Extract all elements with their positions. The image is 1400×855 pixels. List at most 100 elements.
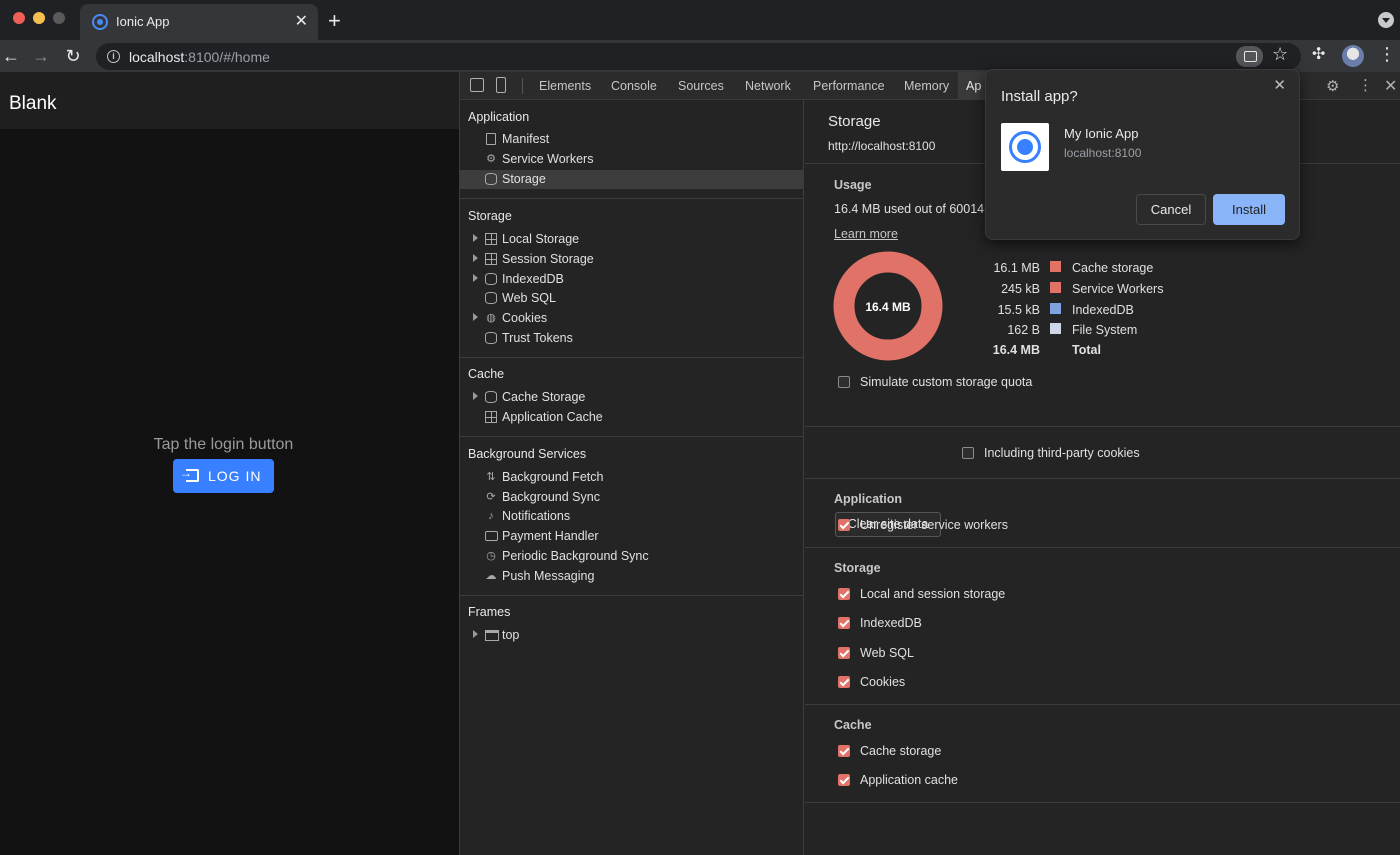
tab-network[interactable]: Network	[745, 79, 791, 93]
sidebar-item-label: Application Cache	[502, 410, 603, 424]
forward-button[interactable]: →	[30, 45, 52, 67]
sidebar-item-indexeddb[interactable]: IndexedDB	[460, 270, 803, 289]
legend-label: Service Workers	[1072, 282, 1164, 296]
checkbox[interactable]	[838, 745, 850, 757]
browser-tab[interactable]: Ionic App ✕	[80, 4, 318, 40]
usage-summary: 16.4 MB used out of 600145	[834, 202, 992, 216]
sidebar-item-cache-storage[interactable]: Cache Storage	[460, 388, 803, 407]
table-icon	[485, 411, 497, 423]
section-divider	[805, 802, 1400, 803]
back-button[interactable]: ←	[0, 45, 22, 67]
zoom-window-button[interactable]	[53, 12, 65, 24]
tab-search-button[interactable]	[1378, 12, 1394, 28]
tab-console[interactable]: Console	[611, 79, 657, 93]
sidebar-item-service-workers[interactable]: ⚙ Service Workers	[460, 150, 803, 169]
expand-arrow-icon[interactable]	[473, 313, 478, 321]
sidebar-item-top-frame[interactable]: top	[460, 626, 803, 645]
inspect-element-icon[interactable]	[470, 78, 484, 92]
checkbox[interactable]	[838, 774, 850, 786]
expand-arrow-icon[interactable]	[473, 274, 478, 282]
cloud-icon: ☁	[485, 570, 497, 582]
legend-value: 245 kB	[1001, 282, 1040, 296]
sidebar-item-cookies[interactable]: ◍ Cookies	[460, 309, 803, 328]
expand-arrow-icon[interactable]	[473, 392, 478, 400]
expand-arrow-icon[interactable]	[473, 254, 478, 262]
expand-arrow-icon[interactable]	[473, 234, 478, 242]
checkbox-label: Simulate custom storage quota	[860, 375, 1033, 389]
expand-arrow-icon[interactable]	[473, 630, 478, 638]
new-tab-button[interactable]: +	[328, 8, 341, 34]
sidebar-item-trust-tokens[interactable]: Trust Tokens	[460, 329, 803, 348]
checkbox-label: IndexedDB	[860, 616, 922, 630]
bookmark-star-icon[interactable]: ☆	[1272, 44, 1288, 65]
site-info-icon[interactable]: i	[107, 50, 120, 63]
legend-row-total: 16.4 MB Total	[965, 341, 1265, 359]
checkbox-label: Cache storage	[860, 744, 942, 758]
legend-label: Cache storage	[1072, 261, 1154, 275]
checkbox[interactable]	[838, 647, 850, 659]
tab-elements[interactable]: Elements	[539, 79, 591, 93]
sidebar-item-push-messaging[interactable]: ☁ Push Messaging	[460, 567, 803, 586]
checkbox[interactable]	[838, 376, 850, 388]
sidebar-item-background-sync[interactable]: ⟳ Background Sync	[460, 488, 803, 507]
app-host: localhost:8100	[1064, 146, 1142, 160]
install-button[interactable]: Install	[1213, 194, 1285, 225]
close-tab-icon[interactable]: ✕	[295, 11, 308, 31]
address-bar[interactable]: i localhost:8100/#/home ☆	[96, 43, 1301, 70]
sidebar-item-label: Cookies	[502, 311, 548, 325]
install-app-icon[interactable]	[1236, 46, 1263, 67]
close-devtools-icon[interactable]: ✕	[1384, 76, 1397, 96]
reload-button[interactable]: ↻	[62, 45, 84, 67]
sidebar-item-storage[interactable]: Storage	[460, 170, 803, 189]
app-name: My Ionic App	[1064, 126, 1139, 141]
sidebar-item-payment-handler[interactable]: Payment Handler	[460, 527, 803, 546]
sidebar-item-web-sql[interactable]: Web SQL	[460, 289, 803, 308]
checkbox[interactable]	[838, 676, 850, 688]
legend-row-file-system: 162 B File System	[965, 321, 1265, 339]
minimize-window-button[interactable]	[33, 12, 45, 24]
app-viewport: Blank Tap the login button LOG IN	[0, 72, 459, 855]
checkbox[interactable]	[962, 447, 974, 459]
extensions-puzzle-icon[interactable]: ✣	[1312, 44, 1325, 64]
sidebar-section-cache: Cache	[468, 367, 505, 381]
close-icon[interactable]: ✕	[1273, 76, 1286, 94]
sidebar-divider	[460, 198, 803, 199]
login-button[interactable]: LOG IN	[173, 459, 274, 493]
sidebar-item-background-fetch[interactable]: ⇅ Background Fetch	[460, 468, 803, 487]
document-icon	[486, 133, 496, 145]
checkbox-label: Including third-party cookies	[984, 446, 1140, 460]
legend-swatch	[1050, 261, 1061, 272]
tab-sources[interactable]: Sources	[678, 79, 724, 93]
checkbox[interactable]	[838, 588, 850, 600]
tab-strip: Ionic App ✕ +	[0, 0, 1400, 40]
browser-menu-icon[interactable]: ⋮	[1378, 44, 1396, 65]
ionic-app-icon	[1001, 123, 1049, 171]
clear-application-section-title: Application	[834, 492, 903, 506]
tab-memory[interactable]: Memory	[904, 79, 949, 93]
checkbox[interactable]	[838, 519, 850, 531]
tab-performance[interactable]: Performance	[813, 79, 885, 93]
checkbox[interactable]	[838, 617, 850, 629]
profile-avatar[interactable]	[1342, 45, 1364, 67]
device-toolbar-icon[interactable]	[496, 77, 506, 93]
sidebar-item-application-cache[interactable]: Application Cache	[460, 408, 803, 427]
sidebar-divider	[460, 357, 803, 358]
devtools-menu-icon[interactable]: ⋮	[1358, 76, 1373, 94]
checkbox-label: Application cache	[860, 773, 958, 787]
learn-more-link[interactable]: Learn more	[834, 227, 898, 241]
close-window-button[interactable]	[13, 12, 25, 24]
clock-icon: ◷	[486, 550, 496, 562]
sidebar-item-label: Storage	[502, 172, 546, 186]
sidebar-item-periodic-background-sync[interactable]: ◷ Periodic Background Sync	[460, 547, 803, 566]
gear-icon[interactable]: ⚙	[1326, 77, 1339, 95]
legend-row-indexeddb: 15.5 kB IndexedDB	[965, 301, 1265, 319]
sidebar-item-notifications[interactable]: ♪ Notifications	[460, 507, 803, 526]
sidebar-item-label: Payment Handler	[502, 529, 599, 543]
sidebar-item-manifest[interactable]: Manifest	[460, 130, 803, 149]
cancel-button[interactable]: Cancel	[1136, 194, 1206, 225]
database-icon	[485, 273, 497, 285]
sidebar-item-session-storage[interactable]: Session Storage	[460, 250, 803, 269]
sidebar-item-local-storage[interactable]: Local Storage	[460, 230, 803, 249]
cookie-icon: ◍	[486, 312, 496, 324]
sync-icon: ⟳	[486, 491, 496, 503]
